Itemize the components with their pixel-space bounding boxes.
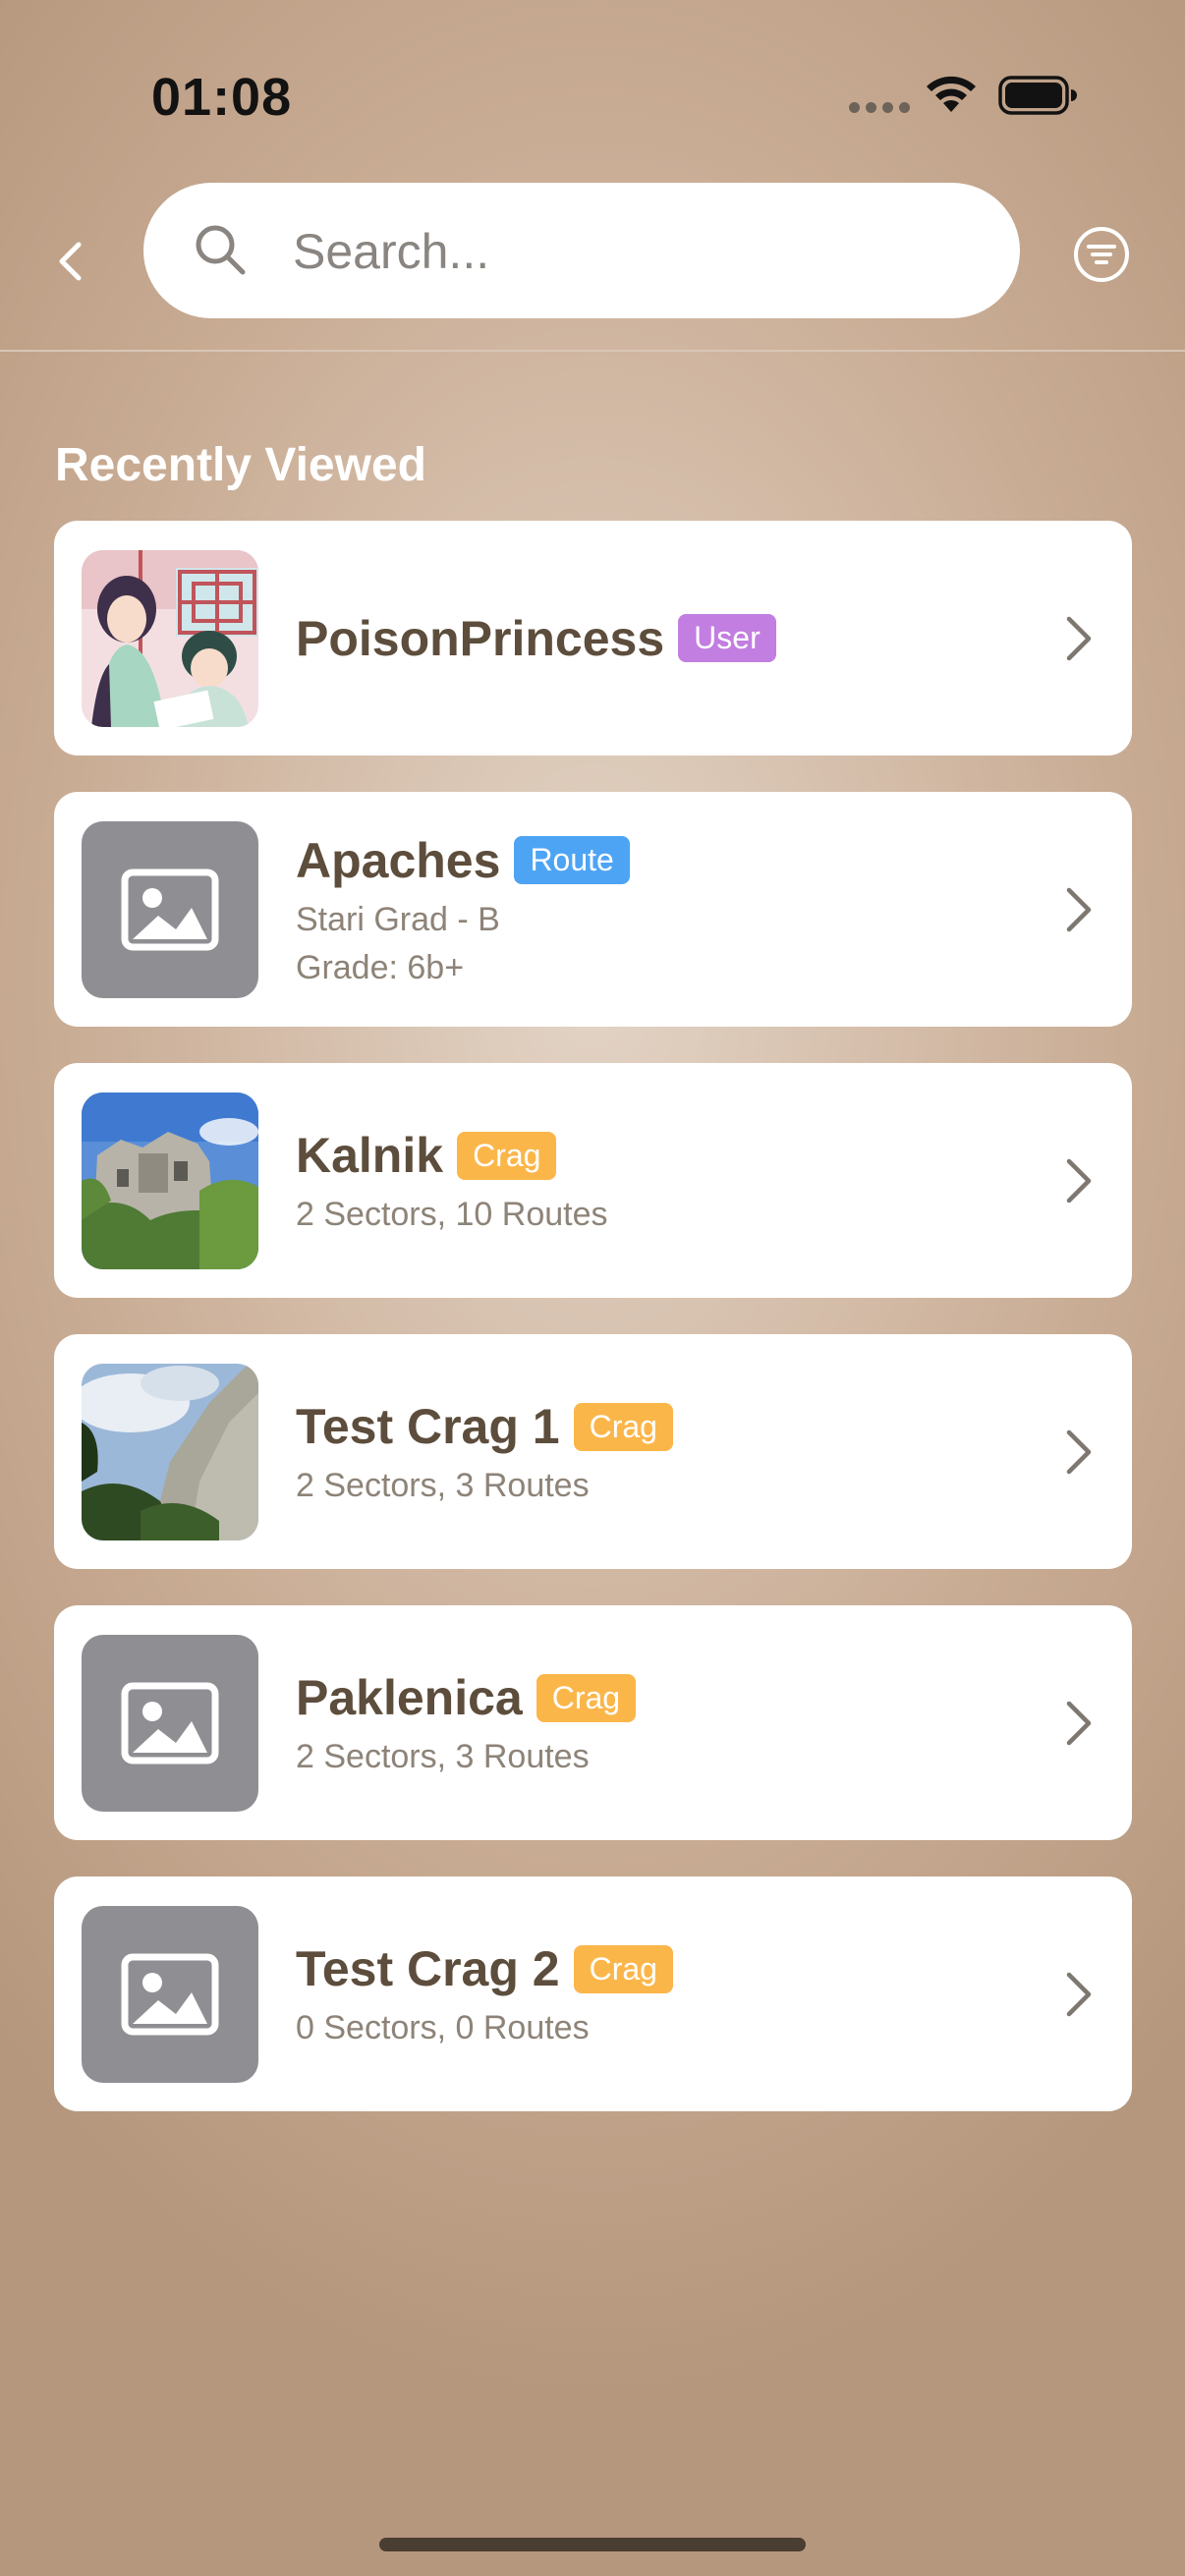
- list-item[interactable]: Paklenica Crag 2 Sectors, 3 Routes: [54, 1605, 1132, 1840]
- avatar: [82, 550, 258, 727]
- type-badge: Crag: [536, 1673, 637, 1722]
- item-name: Test Crag 1: [296, 1399, 560, 1454]
- crag-photo: [82, 1364, 258, 1540]
- placeholder-image-icon: [82, 1906, 258, 2083]
- list-item[interactable]: Test Crag 1 Crag 2 Sectors, 3 Routes: [54, 1334, 1132, 1569]
- filter-icon[interactable]: [1071, 224, 1132, 285]
- item-name: Paklenica: [296, 1670, 523, 1725]
- recently-viewed-list: PoisonPrincess User Apaches Route Stari …: [54, 521, 1132, 2148]
- search-bar[interactable]: [143, 183, 1020, 318]
- chevron-right-icon: [1066, 887, 1092, 932]
- item-info: Kalnik Crag 2 Sectors, 10 Routes: [296, 1063, 1024, 1298]
- item-name: Kalnik: [296, 1128, 444, 1183]
- chevron-left-icon: [59, 242, 82, 281]
- placeholder-image-icon: [82, 821, 258, 998]
- item-info: PoisonPrincess User: [296, 521, 1024, 756]
- chevron-right-icon: [1066, 1972, 1092, 2017]
- status-time: 01:08: [151, 68, 293, 127]
- chevron-right-icon: [1066, 1429, 1092, 1475]
- chevron-right-icon: [1066, 1158, 1092, 1204]
- home-indicator[interactable]: [379, 2538, 806, 2551]
- item-info: Paklenica Crag 2 Sectors, 3 Routes: [296, 1605, 1024, 1840]
- header-divider: [0, 350, 1185, 352]
- item-subtitle: 2 Sectors, 3 Routes: [296, 1738, 590, 1775]
- battery-icon: [998, 76, 1077, 115]
- item-name: PoisonPrincess: [296, 610, 665, 666]
- item-subtitle: 0 Sectors, 0 Routes: [296, 2009, 590, 2046]
- chevron-right-icon: [1066, 616, 1092, 661]
- type-badge: Crag: [573, 1402, 673, 1451]
- type-badge: Crag: [457, 1131, 557, 1180]
- item-info: Test Crag 2 Crag 0 Sectors, 0 Routes: [296, 1876, 1024, 2111]
- search-input[interactable]: [291, 206, 983, 297]
- item-subtitle: 2 Sectors, 10 Routes: [296, 1196, 608, 1233]
- type-badge: User: [678, 614, 776, 662]
- back-button[interactable]: [39, 222, 100, 301]
- list-item[interactable]: PoisonPrincess User: [54, 521, 1132, 756]
- item-info: Apaches Route Stari Grad - B Grade: 6b+: [296, 792, 1024, 1027]
- item-grade: Grade: 6b+: [296, 948, 465, 986]
- item-name: Apaches: [296, 832, 501, 888]
- item-subtitle: Stari Grad - B: [296, 900, 500, 938]
- search-header: [0, 183, 1185, 350]
- chevron-right-icon: [1066, 1701, 1092, 1746]
- type-badge: Crag: [573, 1944, 673, 1993]
- cellular-signal-icon: [849, 102, 910, 113]
- type-badge: Route: [514, 836, 630, 884]
- item-name: Test Crag 2: [296, 1941, 560, 1996]
- list-item[interactable]: Test Crag 2 Crag 0 Sectors, 0 Routes: [54, 1876, 1132, 2111]
- item-subtitle: 2 Sectors, 3 Routes: [296, 1467, 590, 1504]
- status-bar: 01:08: [0, 0, 1185, 187]
- list-item[interactable]: Apaches Route Stari Grad - B Grade: 6b+: [54, 792, 1132, 1027]
- item-info: Test Crag 1 Crag 2 Sectors, 3 Routes: [296, 1334, 1024, 1569]
- wifi-icon: [927, 76, 976, 112]
- list-item[interactable]: Kalnik Crag 2 Sectors, 10 Routes: [54, 1063, 1132, 1298]
- section-title: Recently Viewed: [55, 439, 426, 491]
- search-icon: [196, 225, 246, 275]
- crag-photo: [82, 1092, 258, 1269]
- placeholder-image-icon: [82, 1635, 258, 1812]
